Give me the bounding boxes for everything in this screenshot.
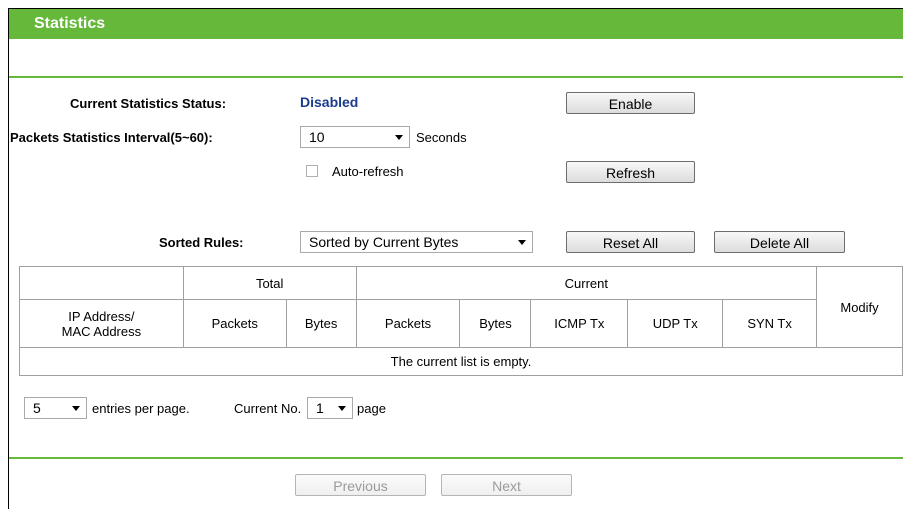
divider-bottom — [9, 457, 903, 459]
header-ip-line1: IP Address/ — [68, 308, 135, 324]
autorefresh-label: Auto-refresh — [332, 164, 404, 179]
header-icmp-tx: ICMP Tx — [530, 299, 629, 348]
header-ip-line2: MAC Address — [61, 323, 142, 339]
header-total: Total — [182, 266, 357, 300]
header-current: Current — [355, 266, 818, 300]
interval-label: Packets Statistics Interval(5~60): — [10, 130, 213, 145]
header-syn-tx: SYN Tx — [722, 299, 818, 348]
statistics-table: Total Current Modify IP Address/ MAC Add… — [19, 266, 903, 376]
interval-unit: Seconds — [416, 130, 467, 145]
status-value: Disabled — [300, 94, 359, 110]
header-blank-cell — [19, 266, 184, 300]
sorted-rules-label: Sorted Rules: — [159, 235, 244, 250]
interval-select[interactable]: 10 — [300, 126, 410, 148]
header-current-bytes: Bytes — [459, 299, 532, 348]
entries-per-page-label: entries per page. — [92, 401, 190, 416]
page-label: page — [357, 401, 386, 416]
autorefresh-checkbox[interactable] — [306, 165, 318, 177]
header-total-bytes: Bytes — [285, 299, 357, 348]
chevron-down-icon — [338, 406, 346, 411]
table-header-row-columns: IP Address/ MAC Address Packets Bytes Pa… — [19, 299, 903, 348]
page-number-select[interactable]: 1 — [307, 397, 353, 419]
current-no-label: Current No. — [234, 401, 302, 416]
delete-all-button[interactable]: Delete All — [714, 231, 845, 253]
empty-list-message: The current list is empty. — [19, 347, 903, 376]
entries-per-page-select[interactable]: 5 — [24, 397, 87, 419]
next-button[interactable]: Next — [441, 474, 572, 496]
table-row: The current list is empty. — [19, 347, 903, 376]
page-number-value: 1 — [316, 400, 324, 416]
entries-per-page-value: 5 — [33, 400, 41, 416]
chevron-down-icon — [518, 240, 526, 245]
chevron-down-icon — [72, 406, 80, 411]
sorted-rules-select[interactable]: Sorted by Current Bytes — [300, 231, 533, 253]
interval-select-value: 10 — [309, 129, 325, 145]
status-label: Current Statistics Status: — [70, 96, 227, 111]
enable-button[interactable]: Enable — [566, 92, 695, 114]
header-ip-mac: IP Address/ MAC Address — [19, 299, 184, 348]
refresh-button[interactable]: Refresh — [566, 161, 695, 183]
chevron-down-icon — [395, 135, 403, 140]
content-frame — [8, 8, 903, 509]
page-title: Statistics — [34, 15, 106, 32]
header-total-packets: Packets — [182, 299, 287, 348]
divider-top — [9, 76, 903, 78]
page-header: Statistics — [9, 9, 903, 39]
header-current-packets: Packets — [355, 299, 461, 348]
header-modify: Modify — [816, 266, 903, 348]
sorted-rules-value: Sorted by Current Bytes — [309, 234, 459, 250]
previous-button[interactable]: Previous — [295, 474, 426, 496]
reset-all-button[interactable]: Reset All — [566, 231, 695, 253]
header-udp-tx: UDP Tx — [627, 299, 724, 348]
table-header-row-group: Total Current Modify — [19, 266, 903, 348]
